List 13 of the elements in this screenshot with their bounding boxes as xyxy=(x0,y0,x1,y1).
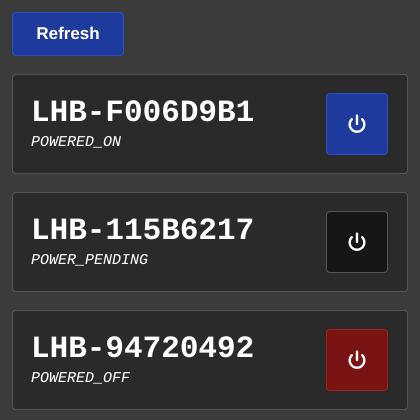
power-icon xyxy=(346,231,368,253)
power-button[interactable] xyxy=(326,211,388,273)
device-status: POWER_PENDING xyxy=(31,253,150,268)
device-name: LHB-115B6217 xyxy=(31,216,254,247)
refresh-button[interactable]: Refresh xyxy=(12,12,124,56)
power-icon xyxy=(346,349,368,371)
device-name: LHB-F006D9B1 xyxy=(31,98,254,129)
power-button[interactable] xyxy=(326,329,388,391)
power-icon xyxy=(346,113,368,135)
device-name: LHB-94720492 xyxy=(31,334,254,365)
device-status: POWERED_ON xyxy=(31,135,122,150)
device-status: POWERED_OFF xyxy=(31,371,132,386)
power-button[interactable] xyxy=(326,93,388,155)
